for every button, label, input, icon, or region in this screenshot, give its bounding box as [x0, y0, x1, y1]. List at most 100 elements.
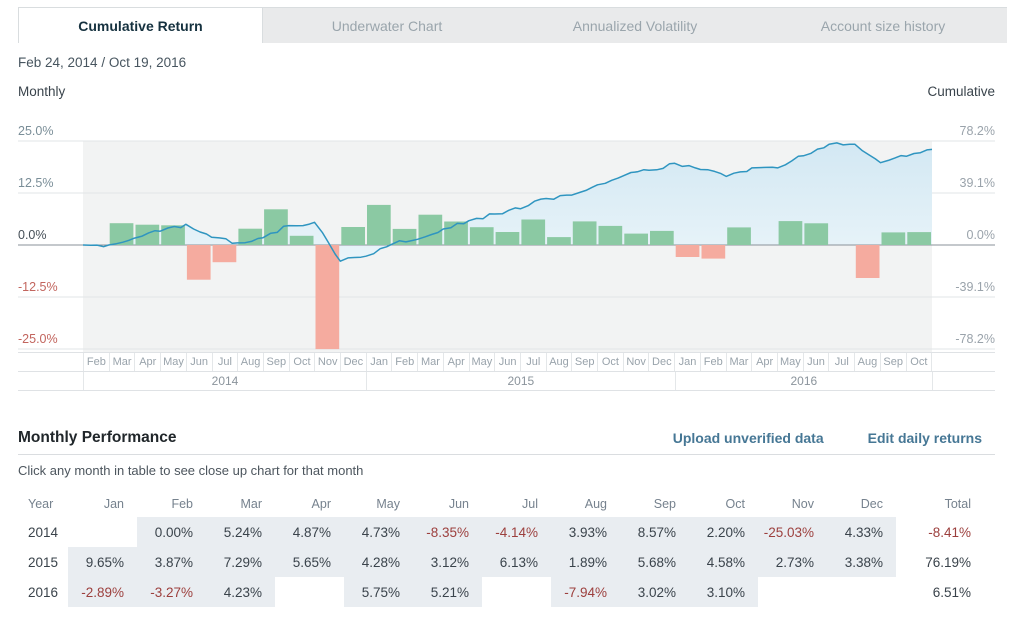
x-axis-month-label: May	[161, 353, 187, 371]
perf-cell-2015-mar[interactable]: 7.29%	[206, 547, 275, 577]
perf-total-2015: 76.19%	[925, 554, 971, 570]
x-axis-month-label: Feb	[701, 353, 727, 371]
perf-cell-2014-aug[interactable]: 3.93%	[551, 517, 620, 547]
perf-cell-2014-may[interactable]: 4.73%	[344, 517, 413, 547]
perf-cell-2015-nov[interactable]: 2.73%	[758, 547, 827, 577]
monthly-performance-title: Monthly Performance	[18, 429, 177, 446]
perf-cell-2015-jan[interactable]: 9.65%	[68, 547, 137, 577]
perf-cell-2016-oct[interactable]: 3.10%	[689, 577, 758, 607]
perf-cell-2016-nov	[758, 577, 827, 607]
perf-cell-2016-dec	[827, 577, 896, 607]
perf-cell-2016-aug[interactable]: -7.94%	[551, 577, 620, 607]
x-axis-month-label: Oct	[290, 353, 316, 371]
monthly-return-bar	[264, 209, 288, 245]
perf-cell-2015-jul[interactable]: 6.13%	[482, 547, 551, 577]
perf-cell-2014-dec[interactable]: 4.33%	[827, 517, 896, 547]
monthly-return-bar	[109, 223, 134, 245]
upload-unverified-data-link[interactable]: Upload unverified data	[673, 430, 824, 446]
perf-year-2014: 2014	[28, 524, 59, 540]
monthly-return-bar	[212, 245, 237, 263]
performance-actions: Upload unverified data Edit daily return…	[673, 430, 982, 446]
monthly-return-bar	[778, 221, 803, 245]
perf-cell-2014-feb[interactable]: 0.00%	[137, 517, 206, 547]
right-axis-tick: 39.1%	[959, 176, 995, 190]
perf-cell-2015-aug[interactable]: 1.89%	[551, 547, 620, 577]
perf-cell-2016-may[interactable]: 5.75%	[344, 577, 413, 607]
perf-cell-2015-may[interactable]: 4.28%	[344, 547, 413, 577]
perf-col-header-apr: Apr	[311, 496, 331, 511]
monthly-return-bar	[624, 233, 648, 245]
x-axis-months: Feb Mar Apr May Jun Jul Aug Sep Oct Nov Dec Jan Feb M…	[83, 353, 933, 371]
performance-subtitle: Click any month in table to see close up…	[18, 463, 364, 478]
monthly-return-bar	[341, 227, 365, 245]
perf-cell-2014-oct[interactable]: 2.20%	[689, 517, 758, 547]
x-axis-month-label: Mar	[727, 353, 753, 371]
x-axis-month-label: Apr	[752, 353, 778, 371]
perf-cell-2016-sep[interactable]: 3.02%	[620, 577, 689, 607]
x-axis-month-label: Dec	[341, 353, 367, 371]
axis-line	[18, 390, 995, 391]
left-axis-tick: 12.5%	[18, 176, 54, 190]
perf-total-2014: -8.41%	[928, 524, 971, 540]
perf-cell-2016-feb[interactable]: -3.27%	[137, 577, 206, 607]
perf-cell-2015-feb[interactable]: 3.87%	[137, 547, 206, 577]
x-axis-year-label: 2015	[366, 372, 675, 390]
perf-col-header-jun: Jun	[448, 496, 469, 511]
x-axis-month-label: Aug	[547, 353, 573, 371]
perf-cell-2014-apr[interactable]: 4.87%	[275, 517, 344, 547]
perf-cell-2014-nov[interactable]: -25.03%	[758, 517, 827, 547]
monthly-return-bar	[521, 219, 546, 245]
x-axis-month-label: Sep	[264, 353, 290, 371]
x-axis-month-label: Apr	[135, 353, 162, 371]
x-axis-month-label: Aug	[855, 353, 881, 371]
monthly-return-bar	[727, 227, 751, 245]
x-axis-month-label: Jan	[675, 353, 701, 371]
x-axis-month-label: Jan	[367, 353, 393, 371]
perf-cell-2014-jun[interactable]: -8.35%	[413, 517, 482, 547]
x-axis-month-label: Dec	[649, 353, 676, 371]
perf-row-2014: 2014 0.00% 5.24% 4.87% 4.73% -8.35% -4.14% 3.93…	[18, 517, 975, 547]
monthly-return-bar	[315, 245, 340, 350]
monthly-return-bar	[367, 204, 391, 245]
perf-cell-2014-jul[interactable]: -4.14%	[482, 517, 551, 547]
divider	[18, 454, 995, 455]
perf-cell-2015-jun[interactable]: 3.12%	[413, 547, 482, 577]
perf-cell-2015-sep[interactable]: 5.68%	[620, 547, 689, 577]
x-axis-month-label: Jun	[495, 353, 521, 371]
perf-cell-2016-mar[interactable]: 4.23%	[206, 577, 275, 607]
monthly-return-bar	[161, 225, 185, 245]
perf-year-2015: 2015	[28, 554, 59, 570]
perf-cell-2015-dec[interactable]: 3.38%	[827, 547, 896, 577]
x-axis-month-label: Oct	[907, 353, 933, 371]
monthly-return-bar	[135, 224, 160, 245]
cumulative-return-page: Cumulative Return Underwater Chart Annuali…	[0, 0, 1012, 628]
right-axis-tick: -39.1%	[955, 280, 995, 294]
monthly-return-bar	[650, 230, 674, 245]
perf-col-header-mar: Mar	[240, 496, 262, 511]
left-axis-tick: -12.5%	[18, 280, 58, 294]
x-axis-month-label: Mar	[418, 353, 444, 371]
monthly-return-bar	[186, 245, 211, 280]
perf-cell-2015-oct[interactable]: 4.58%	[689, 547, 758, 577]
left-axis-tick: 0.0%	[18, 228, 47, 242]
perf-cell-2014-mar[interactable]: 5.24%	[206, 517, 275, 547]
x-axis-month-label: Jul	[213, 353, 239, 371]
perf-cell-2016-jun[interactable]: 5.21%	[413, 577, 482, 607]
perf-col-header-aug: Aug	[584, 496, 607, 511]
perf-col-header-jan: Jan	[103, 496, 124, 511]
right-axis-tick: -78.2%	[955, 332, 995, 346]
perf-row-2016: 2016 -2.89% -3.27% 4.23% 5.75% 5.21% -7.94% 3.0…	[18, 577, 975, 607]
monthly-return-bar	[804, 223, 829, 245]
x-axis-month-label: Nov	[624, 353, 650, 371]
perf-col-header-oct: Oct	[725, 496, 745, 511]
perf-cell-2014-jan	[68, 517, 137, 547]
x-axis-month-label: Aug	[238, 353, 264, 371]
right-axis-tick: 78.2%	[959, 124, 995, 138]
perf-row-2015: 2015 9.65% 3.87% 7.29% 5.65% 4.28% 3.12% 6.13% 1…	[18, 547, 975, 577]
x-axis-month-label: Oct	[598, 353, 624, 371]
perf-col-header-sep: Sep	[653, 496, 676, 511]
perf-cell-2014-sep[interactable]: 8.57%	[620, 517, 689, 547]
perf-cell-2016-jan[interactable]: -2.89%	[68, 577, 137, 607]
perf-cell-2015-apr[interactable]: 5.65%	[275, 547, 344, 577]
edit-daily-returns-link[interactable]: Edit daily returns	[868, 430, 982, 446]
